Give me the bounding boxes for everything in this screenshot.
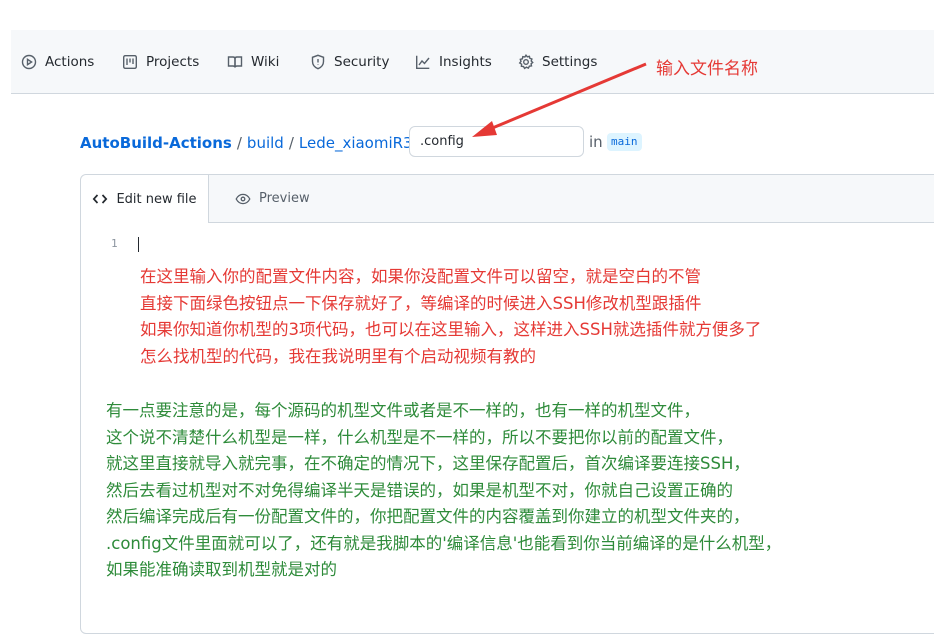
project-board-icon (123, 54, 138, 69)
code-icon (93, 194, 108, 204)
red-note-line: 在这里输入你的配置文件内容，如果你没配置文件可以留空，就是空白的不管 (140, 267, 701, 286)
breadcrumb-separator: / (288, 134, 294, 152)
nav-settings[interactable]: Settings (518, 30, 597, 93)
play-circle-icon (21, 54, 37, 69)
red-note-line: 直接下面绿色按钮点一下保存就好了，等编译的时候进入SSH修改机型跟插件 (140, 293, 702, 313)
green-note-line: 这个说不清楚什么机型是一样，什么机型是不一样的，所以不要把你以前的配置文件， (106, 427, 733, 447)
green-note-line: 如果能准确读取到机型就是对的 (106, 560, 337, 579)
editor-tabbar: Edit new file Preview (81, 175, 934, 223)
nav-insights[interactable]: Insights (415, 30, 492, 93)
green-note-line: .config文件里面就可以了，还有就是我脚本的'编译信息'也能看到你当前编译的… (106, 533, 782, 553)
text-caret (138, 237, 139, 252)
repo-nav: Actions Projects Wiki Security Insights … (11, 30, 934, 94)
breadcrumb: AutoBuild-Actions / build / Lede_xiaomiR… (80, 131, 439, 155)
breadcrumb-device-link[interactable]: Lede_xiaomiR3G (299, 134, 424, 152)
nav-insights-label: Insights (439, 53, 492, 70)
nav-projects-label: Projects (146, 53, 200, 70)
red-note-line: 怎么找机型的代码，我在我说明里有个启动视频有教的 (140, 346, 536, 366)
graph-icon (416, 55, 430, 69)
green-instruction-text: 有一点要注意的是，每个源码的机型文件或者是不一样的，也有一样的机型文件， 这个说… (106, 398, 781, 584)
top-strip (0, 0, 934, 30)
nav-security-label: Security (334, 53, 390, 70)
tab-edit-label: Edit new file (116, 191, 197, 207)
filename-input[interactable] (409, 126, 584, 157)
nav-actions[interactable]: Actions (21, 30, 94, 93)
tab-preview[interactable]: Preview (235, 175, 310, 222)
red-instruction-text: 在这里输入你的配置文件内容，如果你没配置文件可以留空，就是空白的不管 直接下面绿… (140, 264, 761, 370)
tab-preview-label: Preview (259, 191, 310, 206)
line-number: 1 (111, 237, 118, 250)
nav-wiki-label: Wiki (251, 53, 280, 70)
gear-icon (518, 53, 534, 69)
branch-in-label: in (589, 133, 603, 151)
nav-security[interactable]: Security (310, 30, 389, 93)
nav-settings-label: Settings (542, 53, 598, 70)
green-note-line: 然后编译完成后有一份配置文件的，你把配置文件的内容覆盖到你建立的机型文件夹的， (106, 507, 750, 526)
nav-wiki[interactable]: Wiki (227, 30, 279, 93)
breadcrumb-separator: / (236, 134, 242, 152)
green-note-line: 有一点要注意的是，每个源码的机型文件或者是不一样的，也有一样的机型文件， (106, 401, 700, 420)
nav-projects[interactable]: Projects (122, 30, 199, 93)
red-note-line: 如果你知道你机型的3项代码，也可以在这里输入，这样进入SSH就选插件就方便多了 (140, 320, 762, 339)
breadcrumb-repo-link[interactable]: AutoBuild-Actions (80, 134, 232, 152)
eye-icon (235, 193, 251, 204)
nav-actions-label: Actions (45, 53, 95, 70)
shield-icon (311, 54, 325, 69)
book-icon (227, 55, 243, 68)
green-note-line: 就这里直接就导入就完事，在不确定的情况下，这里保存配置后，首次编译要连接SSH， (106, 454, 750, 473)
green-note-line: 然后去看过机型对不对免得编译半天是错误的，如果是机型不对，你就自己设置正确的 (106, 480, 733, 500)
tab-edit-new-file[interactable]: Edit new file (81, 175, 209, 223)
breadcrumb-build-link[interactable]: build (247, 134, 284, 152)
annotation-label: 输入文件名称 (656, 59, 758, 79)
branch-badge: main (607, 133, 642, 151)
